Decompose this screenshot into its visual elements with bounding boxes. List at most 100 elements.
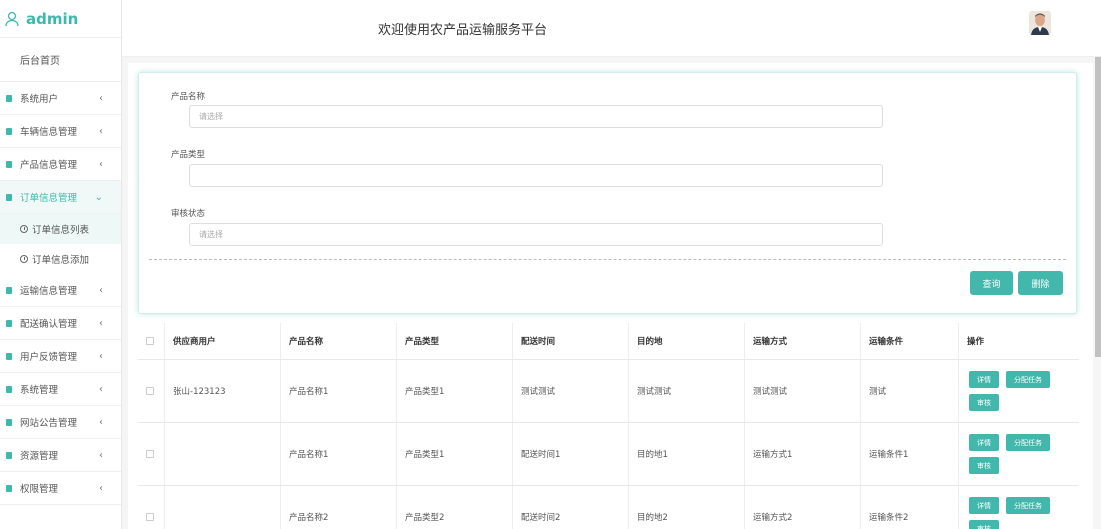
row-actions: 详情 分配任务 审核 [959, 486, 1079, 529]
table-row: 产品名称2 产品类型2 配送时间2 目的地2 运输方式2 运输条件2 详情 分配… [138, 486, 1079, 529]
sidebar-item-delivery[interactable]: 配送确认管理 ‹ [0, 307, 121, 340]
sidebar-item-permissions[interactable]: 权限管理 ‹ [0, 472, 121, 505]
review-button[interactable]: 审核 [969, 520, 999, 529]
table-cell: 配送时间1 [513, 423, 629, 485]
sidebar-item-announcements[interactable]: 网站公告管理 ‹ [0, 406, 121, 439]
chevron-left-icon: ‹ [99, 449, 103, 461]
table-cell: 运输方式2 [745, 486, 861, 529]
menu-icon [6, 286, 12, 294]
sidebar-subitem-order-add[interactable]: 订单信息添加 [0, 244, 121, 274]
sidebar-item-vehicles[interactable]: 车辆信息管理 ‹ [0, 115, 121, 148]
table-cell: 测试 [861, 360, 959, 422]
table-cell: 运输条件2 [861, 486, 959, 529]
select-all-checkbox[interactable] [146, 337, 154, 345]
menu-icon [6, 160, 12, 168]
sidebar-item-label: 资源管理 [20, 451, 59, 462]
table-cell: 产品类型2 [397, 486, 513, 529]
chevron-left-icon: ‹ [99, 125, 103, 137]
table-cell: 产品名称1 [281, 360, 397, 422]
table-cell: 产品类型1 [397, 360, 513, 422]
sidebar-item-resources[interactable]: 资源管理 ‹ [0, 439, 121, 472]
review-status-select[interactable]: 请选择 [189, 223, 883, 246]
query-button[interactable]: 查询 [970, 271, 1013, 295]
detail-button[interactable]: 详情 [969, 434, 999, 451]
sidebar-item-label: 网站公告管理 [20, 418, 78, 429]
sidebar-item-label: 系统用户 [20, 94, 59, 105]
chevron-left-icon: ‹ [99, 158, 103, 170]
menu-icon [6, 127, 12, 135]
sidebar-item-label: 产品信息管理 [20, 160, 78, 171]
row-checkbox[interactable] [146, 450, 154, 458]
product-type-input[interactable] [189, 164, 883, 187]
sidebar-item-label: 用户反馈管理 [20, 352, 78, 363]
detail-button[interactable]: 详情 [969, 371, 999, 388]
sidebar-item-system[interactable]: 系统管理 ‹ [0, 373, 121, 406]
col-header[interactable]: 配送时间 [513, 323, 629, 359]
brand: admin [0, 0, 121, 38]
user-icon [5, 11, 19, 26]
col-header[interactable]: 目的地 [629, 323, 745, 359]
sidebar-item-orders[interactable]: 订单信息管理 ⌄ [0, 181, 121, 214]
clock-icon [20, 225, 28, 233]
sidebar-subitem-label: 订单信息添加 [32, 255, 90, 266]
sidebar-item-home[interactable]: 后台首页 [0, 38, 121, 82]
search-panel: 产品名称 请选择 产品类型 审核状态 请选择 查询 删除 [138, 72, 1077, 314]
page-title: 欢迎使用农产品运输服务平台 [378, 23, 548, 38]
brand-text: admin [26, 9, 79, 28]
select-all-cell [138, 323, 165, 359]
product-name-label: 产品名称 [171, 92, 206, 102]
review-button[interactable]: 审核 [969, 394, 999, 411]
col-header[interactable]: 运输方式 [745, 323, 861, 359]
table-cell: 目的地2 [629, 486, 745, 529]
col-header[interactable]: 产品名称 [281, 323, 397, 359]
row-select-cell [138, 423, 165, 485]
table-cell [165, 423, 281, 485]
col-header[interactable]: 供应商用户 [165, 323, 281, 359]
row-select-cell [138, 360, 165, 422]
sidebar-item-label: 权限管理 [20, 484, 59, 495]
sidebar-item-label: 订单信息管理 [20, 193, 78, 204]
table-row: 产品名称1 产品类型1 配送时间1 目的地1 运输方式1 运输条件1 详情 分配… [138, 423, 1079, 486]
sidebar-item-label: 车辆信息管理 [20, 127, 78, 138]
sidebar: admin 后台首页 系统用户 ‹ 车辆信息管理 ‹ 产品信息管理 ‹ 订单信息… [0, 0, 122, 529]
assign-task-button[interactable]: 分配任务 [1006, 497, 1050, 514]
menu-icon [6, 385, 12, 393]
avatar[interactable] [1029, 11, 1051, 35]
menu-icon [6, 193, 12, 201]
table-cell: 目的地1 [629, 423, 745, 485]
sidebar-item-transport[interactable]: 运输信息管理 ‹ [0, 274, 121, 307]
assign-task-button[interactable]: 分配任务 [1006, 434, 1050, 451]
chevron-left-icon: ‹ [99, 92, 103, 104]
delete-button[interactable]: 删除 [1018, 271, 1063, 295]
chevron-left-icon: ‹ [99, 350, 103, 362]
col-header[interactable]: 运输条件 [861, 323, 959, 359]
table-cell: 配送时间2 [513, 486, 629, 529]
review-button[interactable]: 审核 [969, 457, 999, 474]
row-actions: 详情 分配任务 审核 [959, 423, 1079, 485]
sidebar-subitem-label: 订单信息列表 [32, 225, 90, 236]
row-checkbox[interactable] [146, 387, 154, 395]
orders-table: 供应商用户 产品名称 产品类型 配送时间 目的地 运输方式 运输条件 操作 张山… [138, 323, 1079, 529]
sidebar-item-label: 系统管理 [20, 385, 59, 396]
table-cell: 产品名称1 [281, 423, 397, 485]
chevron-left-icon: ‹ [99, 416, 103, 428]
sidebar-item-products[interactable]: 产品信息管理 ‹ [0, 148, 121, 181]
sidebar-subitem-order-list[interactable]: 订单信息列表 [0, 214, 121, 244]
assign-task-button[interactable]: 分配任务 [1006, 371, 1050, 388]
detail-button[interactable]: 详情 [969, 497, 999, 514]
main-content: 产品名称 请选择 产品类型 审核状态 请选择 查询 删除 供应商用户 产品名称 … [128, 63, 1093, 529]
table-cell: 测试测试 [745, 360, 861, 422]
sidebar-item-feedback[interactable]: 用户反馈管理 ‹ [0, 340, 121, 373]
divider [149, 259, 1066, 260]
menu-icon [6, 94, 12, 102]
product-type-label: 产品类型 [171, 150, 206, 160]
table-cell: 产品名称2 [281, 486, 397, 529]
chevron-left-icon: ‹ [99, 482, 103, 494]
col-header[interactable]: 产品类型 [397, 323, 513, 359]
sidebar-item-system-users[interactable]: 系统用户 ‹ [0, 82, 121, 115]
product-name-select[interactable]: 请选择 [189, 105, 883, 128]
table-header: 供应商用户 产品名称 产品类型 配送时间 目的地 运输方式 运输条件 操作 [138, 323, 1079, 360]
col-header: 操作 [967, 337, 985, 347]
page-scrollbar[interactable] [1095, 57, 1101, 357]
row-checkbox[interactable] [146, 513, 154, 521]
